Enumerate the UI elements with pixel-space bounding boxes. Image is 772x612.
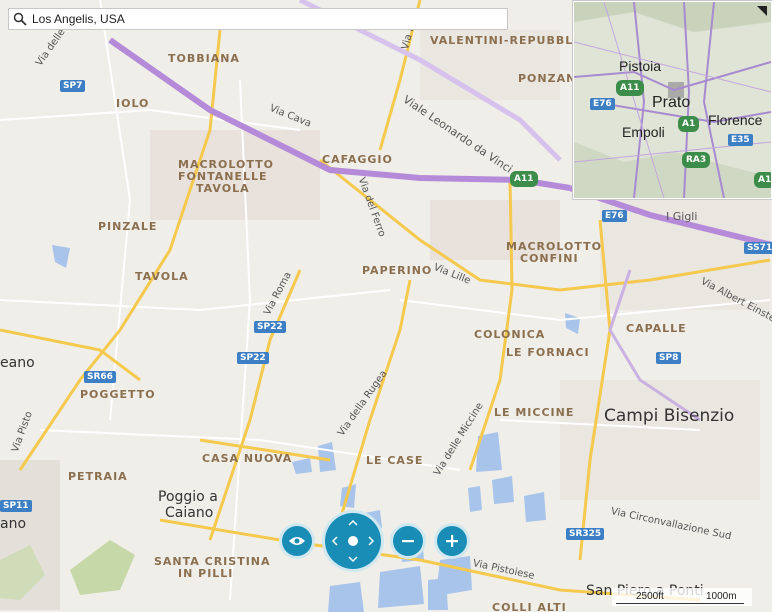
road-shield: SS71 — [744, 242, 772, 254]
place-label: CAPALLE — [626, 322, 687, 335]
road-shield: E35 — [728, 134, 753, 146]
zoom-out-button[interactable] — [390, 523, 426, 559]
place-label: CONFINI — [520, 252, 579, 265]
road-shield: SP22 — [254, 321, 286, 333]
place-label: TAVOLA — [135, 270, 189, 283]
center-location-icon — [348, 536, 358, 546]
pan-left-icon — [331, 536, 338, 546]
search-input[interactable] — [30, 11, 494, 27]
place-label: CASA NUOVA — [202, 452, 293, 465]
search-bar[interactable] — [8, 8, 508, 30]
minimap-label: Florence — [708, 112, 763, 128]
road-shield: SR325 — [566, 528, 605, 540]
city-label: Campi Bisenzio — [604, 406, 735, 426]
view-toggle-button[interactable] — [279, 523, 315, 559]
pan-up-icon — [348, 519, 358, 526]
scale-line — [616, 603, 744, 604]
pan-arrows — [331, 519, 375, 563]
road-shield: RA3 — [682, 152, 711, 168]
road-shield: A1 — [678, 116, 700, 132]
road-shield: A11 — [616, 80, 644, 96]
place-label: CAFAGGIO — [322, 153, 393, 166]
road-shield: E76 — [590, 98, 615, 110]
place-label: LE CASE — [366, 454, 424, 467]
city-label: ano — [0, 516, 27, 532]
place-label: IN PILLI — [178, 567, 234, 580]
place-label: PINZALE — [98, 220, 158, 233]
place-label: VALENTINI-REPUBBLICA — [430, 34, 597, 47]
scale-feet-label: 2500ft — [636, 591, 664, 602]
scale-bar: 2500ft 1000m — [612, 588, 752, 606]
place-label: PAPERINO — [362, 264, 433, 277]
road-shield: A1 — [754, 172, 771, 188]
minimap-toggle-icon[interactable] — [757, 6, 767, 16]
scale-meters-label: 1000m — [706, 591, 737, 602]
road-shield: SP11 — [0, 500, 32, 512]
place-label: POGGETTO — [80, 388, 156, 401]
place-label: LE FORNACI — [506, 346, 590, 359]
road-shield: E76 — [602, 210, 627, 222]
city-label: Poggio a — [158, 489, 218, 505]
place-label: LE MICCINE — [494, 406, 575, 419]
map-view[interactable]: TOBBIANA IOLO MACROLOTTO FONTANELLE TAVO… — [0, 0, 772, 612]
place-label: I Gigli — [666, 210, 698, 223]
road-shield: SP8 — [656, 352, 682, 364]
place-label: TOBBIANA — [168, 52, 240, 65]
road-shield: A11 — [510, 171, 538, 187]
road-shield: SP7 — [60, 80, 86, 92]
minimap-label: Pistoia — [619, 58, 662, 74]
plus-icon — [446, 535, 458, 547]
search-icon[interactable] — [13, 12, 27, 26]
city-label: Caiano — [165, 505, 214, 521]
place-label: TAVOLA — [196, 182, 250, 195]
eye-icon — [289, 537, 305, 545]
pan-down-icon — [348, 556, 358, 563]
place-label: COLONICA — [474, 328, 546, 341]
minimap-label: Prato — [652, 94, 691, 111]
road-shield: SR66 — [84, 371, 116, 383]
road-shield: SP22 — [237, 352, 269, 364]
place-label: PETRAIA — [68, 470, 128, 483]
minus-icon — [402, 540, 414, 543]
overview-minimap[interactable]: Pistoia Prato Florence Empoli A11 E76 A1… — [573, 1, 772, 199]
place-label: COLLI ALTI — [492, 601, 567, 612]
place-label: IOLO — [116, 97, 150, 110]
pan-right-icon — [368, 536, 375, 546]
pan-control[interactable] — [322, 510, 384, 572]
minimap-label: Empoli — [622, 124, 665, 140]
zoom-in-button[interactable] — [434, 523, 470, 559]
city-label: eano — [0, 355, 35, 371]
